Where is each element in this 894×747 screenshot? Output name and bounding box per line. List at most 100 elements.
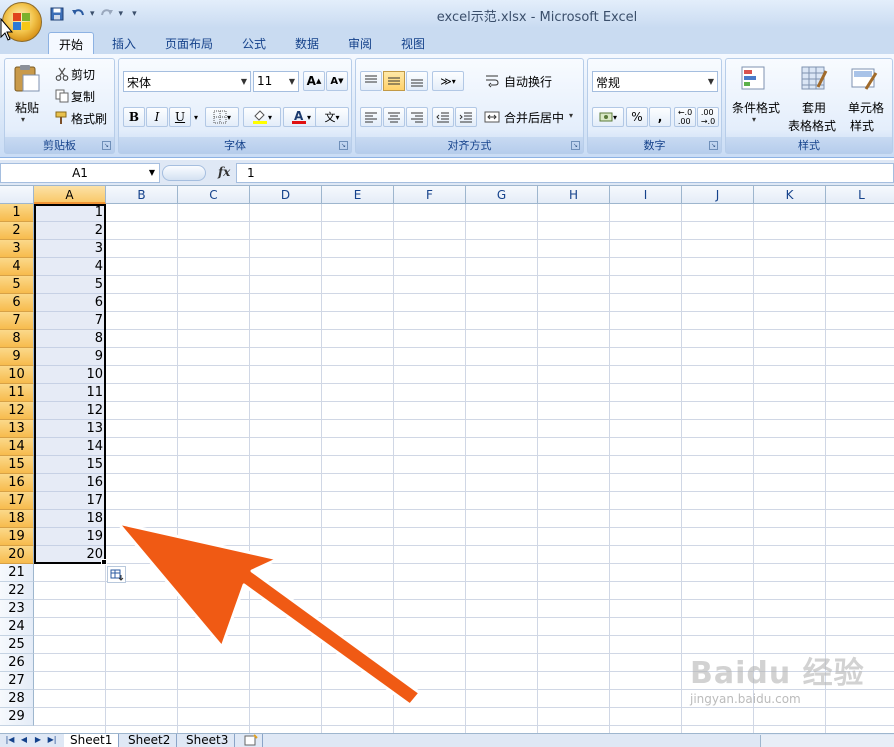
- row-header-20[interactable]: 20: [0, 546, 34, 564]
- column-header-a[interactable]: A: [34, 186, 106, 204]
- row-header-11[interactable]: 11: [0, 384, 34, 402]
- row-header-24[interactable]: 24: [0, 618, 34, 636]
- row-header-9[interactable]: 9: [0, 348, 34, 366]
- save-icon[interactable]: [48, 5, 66, 23]
- paste-icon[interactable]: [11, 63, 41, 93]
- conditional-format-dropdown-icon[interactable]: ▾: [752, 115, 756, 124]
- tab-data[interactable]: 数据: [287, 32, 327, 54]
- fill-handle[interactable]: [101, 559, 107, 565]
- cell-a1[interactable]: 1: [34, 204, 106, 222]
- cell-a6[interactable]: 6: [34, 294, 106, 312]
- decrease-decimal-button[interactable]: .00 →.0: [697, 107, 719, 127]
- prev-sheet-icon[interactable]: ◀: [18, 735, 30, 747]
- comma-button[interactable]: ,: [649, 107, 671, 127]
- worksheet-grid[interactable]: ABCDEFGHIJKL 1 2 3 4 5 6 7 8 9 10 11 12 13 14 15 16 17 18…: [0, 186, 894, 733]
- cell-a17[interactable]: 17: [34, 492, 106, 510]
- cell-a19[interactable]: 19: [34, 528, 106, 546]
- insert-function-button[interactable]: fx: [218, 165, 230, 179]
- sheet-tab-sheet1[interactable]: Sheet1: [64, 734, 120, 747]
- last-sheet-icon[interactable]: ▶|: [46, 735, 58, 747]
- number-format-select[interactable]: 常规 ▼: [592, 71, 718, 92]
- format-painter-button[interactable]: 格式刷: [71, 110, 107, 127]
- tab-insert[interactable]: 插入: [104, 32, 144, 54]
- alignment-launcher-icon[interactable]: ↘: [571, 141, 580, 150]
- next-sheet-icon[interactable]: ▶: [32, 735, 44, 747]
- cell-a5[interactable]: 5: [34, 276, 106, 294]
- cell-styles-button[interactable]: 样式: [850, 117, 874, 134]
- tab-home[interactable]: 开始: [48, 32, 94, 54]
- format-as-table-button[interactable]: 表格格式: [788, 117, 836, 134]
- auto-fill-options-button[interactable]: [107, 566, 126, 583]
- align-right-button[interactable]: [406, 107, 428, 127]
- paste-button[interactable]: 粘贴: [15, 99, 39, 116]
- row-header-6[interactable]: 6: [0, 294, 34, 312]
- row-header-5[interactable]: 5: [0, 276, 34, 294]
- number-launcher-icon[interactable]: ↘: [709, 141, 718, 150]
- clipboard-launcher-icon[interactable]: ↘: [102, 141, 111, 150]
- sheet-tab-sheet3[interactable]: Sheet3: [180, 734, 236, 747]
- cell-a13[interactable]: 13: [34, 420, 106, 438]
- tab-view[interactable]: 视图: [393, 32, 433, 54]
- select-all-corner[interactable]: [0, 186, 34, 204]
- undo-icon[interactable]: [69, 5, 87, 23]
- increase-decimal-button[interactable]: ←.0.00: [674, 107, 696, 127]
- row-header-28[interactable]: 28: [0, 690, 34, 708]
- row-header-22[interactable]: 22: [0, 582, 34, 600]
- cell-a2[interactable]: 2: [34, 222, 106, 240]
- first-sheet-icon[interactable]: |◀: [4, 735, 16, 747]
- cell-a3[interactable]: 3: [34, 240, 106, 258]
- column-header-g[interactable]: G: [466, 186, 538, 204]
- font-size-select[interactable]: 11 ▼: [253, 71, 299, 92]
- wrap-text-button[interactable]: 自动换行: [504, 73, 552, 90]
- align-top-button[interactable]: [360, 71, 382, 91]
- tab-page-layout[interactable]: 页面布局: [158, 32, 220, 54]
- copy-button[interactable]: 复制: [71, 88, 95, 105]
- bold-button[interactable]: B: [123, 107, 145, 127]
- column-header-e[interactable]: E: [322, 186, 394, 204]
- column-header-d[interactable]: D: [250, 186, 322, 204]
- insert-sheet-icon[interactable]: [240, 734, 263, 747]
- formula-input[interactable]: 1: [236, 163, 894, 183]
- conditional-format-icon[interactable]: [740, 65, 768, 93]
- cell-a4[interactable]: 4: [34, 258, 106, 276]
- column-header-i[interactable]: I: [610, 186, 682, 204]
- orientation-button[interactable]: ≫ ▾: [432, 71, 464, 91]
- underline-dropdown-icon[interactable]: ▾: [191, 107, 201, 127]
- font-launcher-icon[interactable]: ↘: [339, 141, 348, 150]
- column-header-k[interactable]: K: [754, 186, 826, 204]
- row-header-2[interactable]: 2: [0, 222, 34, 240]
- column-header-l[interactable]: L: [826, 186, 894, 204]
- align-left-button[interactable]: [360, 107, 382, 127]
- align-middle-button[interactable]: [383, 71, 405, 91]
- paste-dropdown-icon[interactable]: ▾: [21, 115, 25, 124]
- italic-button[interactable]: I: [146, 107, 168, 127]
- column-header-f[interactable]: F: [394, 186, 466, 204]
- borders-button[interactable]: ▾: [205, 107, 239, 127]
- conditional-format-button[interactable]: 条件格式: [732, 99, 780, 116]
- row-header-1[interactable]: 1: [0, 204, 34, 222]
- merge-center-button[interactable]: 合并后居中: [504, 109, 564, 126]
- font-name-select[interactable]: 宋体 ▼: [123, 71, 251, 92]
- cell-a15[interactable]: 15: [34, 456, 106, 474]
- cut-button[interactable]: 剪切: [71, 66, 95, 83]
- row-header-14[interactable]: 14: [0, 438, 34, 456]
- cell-a7[interactable]: 7: [34, 312, 106, 330]
- row-header-27[interactable]: 27: [0, 672, 34, 690]
- merge-dropdown-icon[interactable]: ▾: [569, 111, 573, 120]
- cell-a20[interactable]: 20: [34, 546, 106, 564]
- decrease-indent-button[interactable]: [432, 107, 454, 127]
- column-header-j[interactable]: J: [682, 186, 754, 204]
- row-header-25[interactable]: 25: [0, 636, 34, 654]
- customize-icon[interactable]: ▾: [132, 9, 137, 19]
- row-header-3[interactable]: 3: [0, 240, 34, 258]
- increase-indent-button[interactable]: [455, 107, 477, 127]
- row-header-8[interactable]: 8: [0, 330, 34, 348]
- phonetic-button[interactable]: 文 ▾: [315, 107, 349, 127]
- tab-formulas[interactable]: 公式: [234, 32, 274, 54]
- row-header-10[interactable]: 10: [0, 366, 34, 384]
- chevron-down-icon[interactable]: ▼: [149, 168, 155, 177]
- wrap-text-icon[interactable]: [484, 73, 500, 89]
- row-header-12[interactable]: 12: [0, 402, 34, 420]
- font-color-button[interactable]: A ▾: [283, 107, 319, 127]
- row-header-26[interactable]: 26: [0, 654, 34, 672]
